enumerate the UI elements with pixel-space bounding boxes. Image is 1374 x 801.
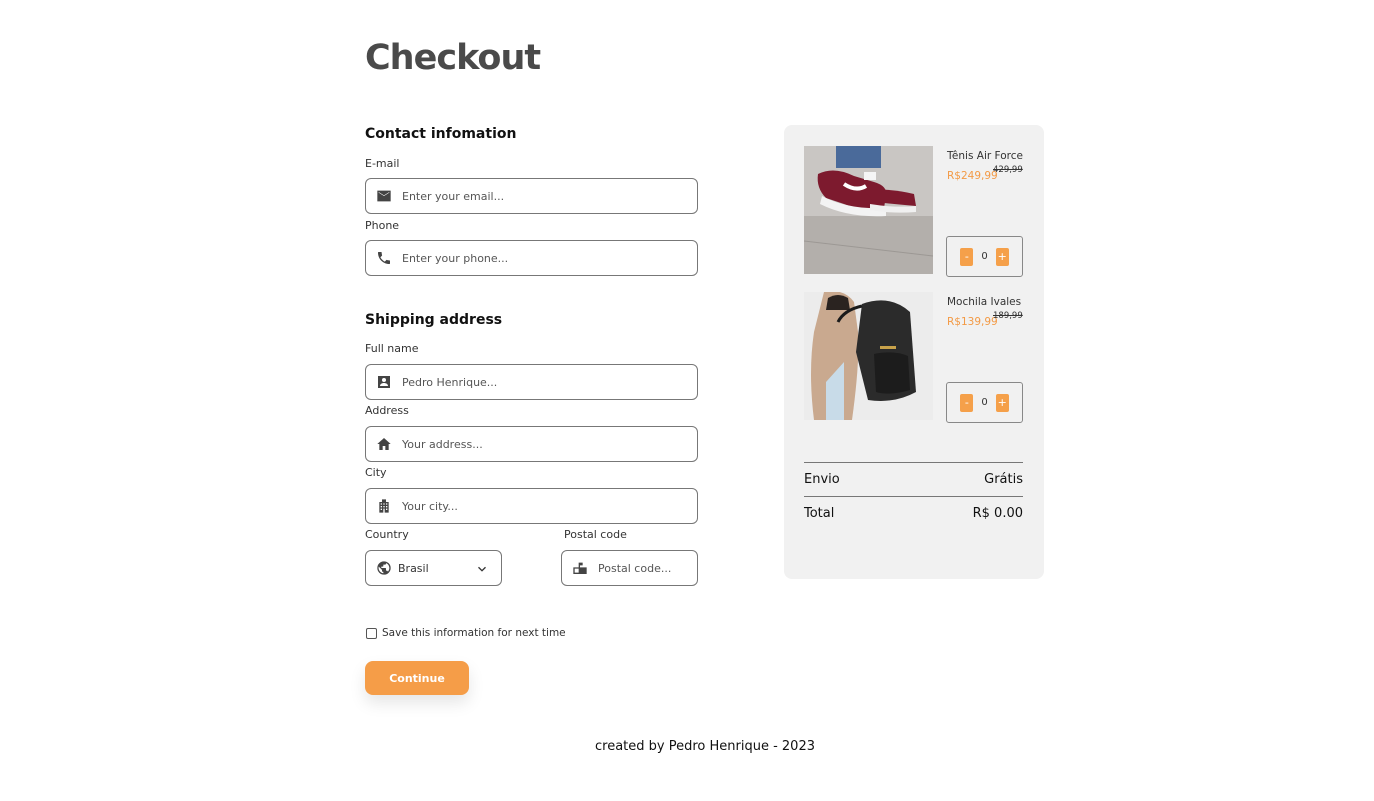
full-name-field[interactable] — [365, 364, 698, 400]
city-input[interactable] — [402, 499, 659, 513]
increment-button[interactable]: + — [995, 247, 1009, 266]
footer-credit: created by Pedro Henrique - 2023 — [595, 739, 815, 754]
quantity-value: 0 — [981, 397, 988, 408]
save-info-checkbox[interactable] — [366, 627, 377, 639]
continue-button[interactable]: Continue — [365, 661, 469, 695]
quantity-stepper: - 0 + — [946, 382, 1023, 423]
chevron-down-icon — [475, 561, 489, 575]
phone-input[interactable] — [402, 251, 659, 265]
product-old-price: 189,99 — [993, 311, 1023, 321]
quantity-value: 0 — [981, 251, 988, 262]
save-info-row[interactable]: Save this information for next time — [366, 627, 566, 639]
product-name: Tênis Air Force — [947, 150, 1023, 162]
contact-section-title: Contact infomation — [365, 126, 517, 142]
divider — [804, 496, 1023, 497]
phone-field[interactable] — [365, 240, 698, 276]
mailbox-icon — [572, 560, 588, 576]
total-value: R$ 0.00 — [972, 506, 1023, 521]
home-icon — [376, 436, 392, 452]
globe-icon — [376, 560, 392, 576]
country-label: Country — [365, 528, 409, 541]
quantity-stepper: - 0 + — [946, 236, 1023, 277]
product-price: R$139,99 — [947, 316, 998, 328]
page-title: Checkout — [365, 38, 541, 78]
postal-code-input[interactable] — [598, 561, 697, 575]
address-input[interactable] — [402, 437, 659, 451]
cart-panel: Tênis Air Force R$249,99 429,99 - 0 + Mo… — [784, 125, 1044, 579]
email-field[interactable] — [365, 178, 698, 214]
sneaker-product-image — [804, 146, 933, 274]
building-icon — [376, 498, 392, 514]
product-price: R$249,99 — [947, 170, 998, 182]
mail-icon — [376, 188, 392, 204]
postal-code-field[interactable] — [561, 550, 698, 586]
email-input[interactable] — [402, 189, 659, 203]
country-value: Brasil — [398, 561, 429, 575]
increment-button[interactable]: + — [995, 393, 1009, 412]
decrement-button[interactable]: - — [960, 393, 974, 412]
phone-label: Phone — [365, 219, 400, 232]
divider — [804, 462, 1023, 463]
shipping-section-title: Shipping address — [365, 312, 503, 328]
product-old-price: 429,99 — [993, 165, 1023, 175]
backpack-product-image — [804, 292, 933, 420]
full-name-input[interactable] — [402, 375, 659, 389]
email-label: E-mail — [365, 157, 400, 170]
contact-card-icon — [376, 374, 392, 390]
save-info-label: Save this information for next time — [382, 627, 566, 639]
city-field[interactable] — [365, 488, 698, 524]
postal-code-label: Postal code — [564, 528, 627, 541]
city-label: City — [365, 466, 387, 479]
decrement-button[interactable]: - — [960, 247, 974, 266]
full-name-label: Full name — [365, 342, 419, 355]
phone-icon — [376, 250, 392, 266]
shipping-cost-value: Grátis — [984, 472, 1023, 487]
shipping-cost-label: Envio — [804, 472, 840, 487]
address-label: Address — [365, 404, 409, 417]
total-label: Total — [804, 506, 835, 521]
country-select[interactable]: Brasil — [365, 550, 502, 586]
address-field[interactable] — [365, 426, 698, 462]
product-name: Mochila Ivales — [947, 296, 1022, 308]
